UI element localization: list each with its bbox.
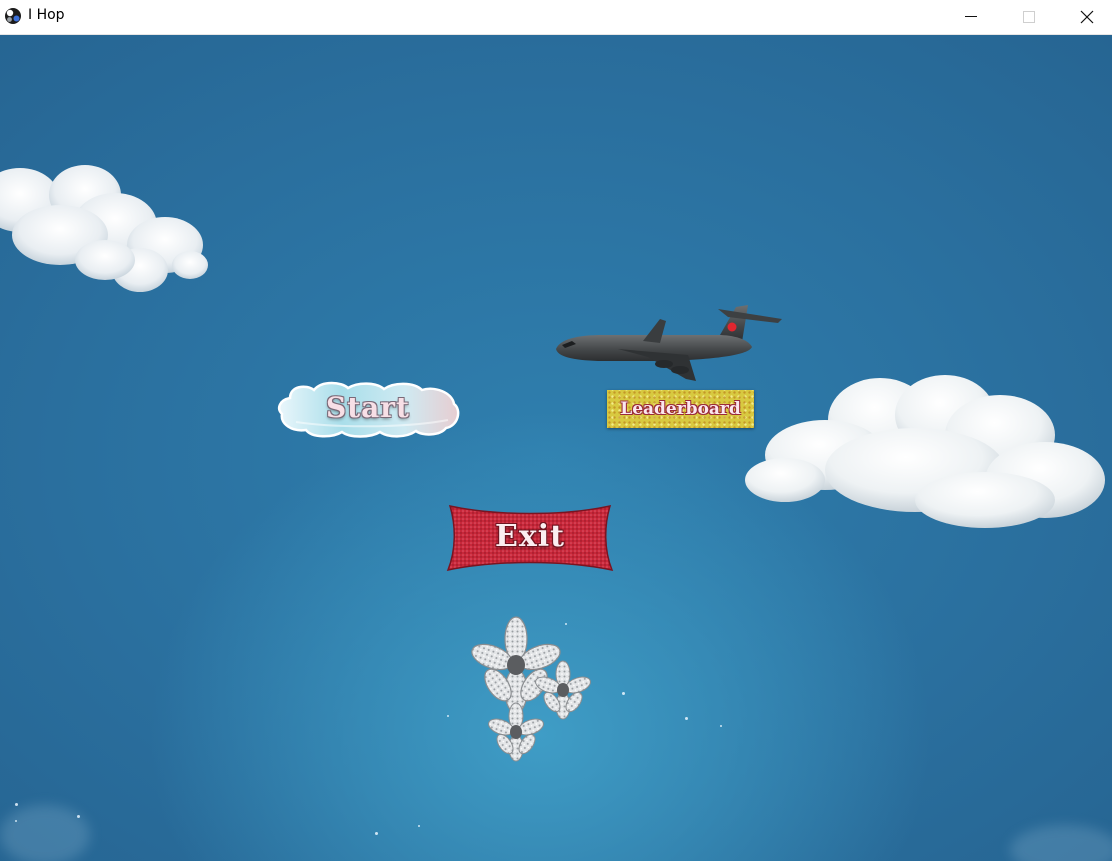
sparkle	[720, 725, 722, 727]
cloud-left	[0, 165, 208, 292]
sparkle	[418, 825, 420, 827]
exit-button-label: Exit	[494, 519, 565, 554]
sparkle	[622, 692, 625, 695]
cloud-right	[745, 375, 1105, 528]
airplane	[556, 305, 782, 381]
sparkle	[15, 803, 18, 806]
sparkle	[685, 717, 688, 720]
app-icon	[3, 6, 23, 26]
start-button[interactable]: Start	[276, 378, 460, 440]
game-canvas: Start Leaderboard Exit	[0, 35, 1112, 861]
close-icon	[1080, 10, 1094, 24]
title-bar: I Hop	[0, 0, 1112, 35]
minimize-icon	[965, 16, 977, 17]
exit-button[interactable]: Exit	[446, 502, 614, 574]
flower-decoration	[471, 616, 591, 762]
start-button-label: Start	[326, 391, 410, 424]
maximize-button[interactable]	[1000, 0, 1058, 34]
window-title: I Hop	[28, 7, 65, 23]
close-button[interactable]	[1058, 0, 1112, 34]
light-haze	[1010, 825, 1112, 861]
light-haze	[0, 805, 90, 861]
leaderboard-button-label: Leaderboard	[620, 399, 741, 419]
sparkle	[447, 715, 449, 717]
minimize-button[interactable]	[942, 0, 1000, 34]
leaderboard-button[interactable]: Leaderboard	[607, 390, 754, 428]
game-window: I Hop Start Leaderboard Exit	[0, 0, 1112, 861]
maximize-icon	[1023, 11, 1035, 23]
sparkle	[375, 832, 378, 835]
